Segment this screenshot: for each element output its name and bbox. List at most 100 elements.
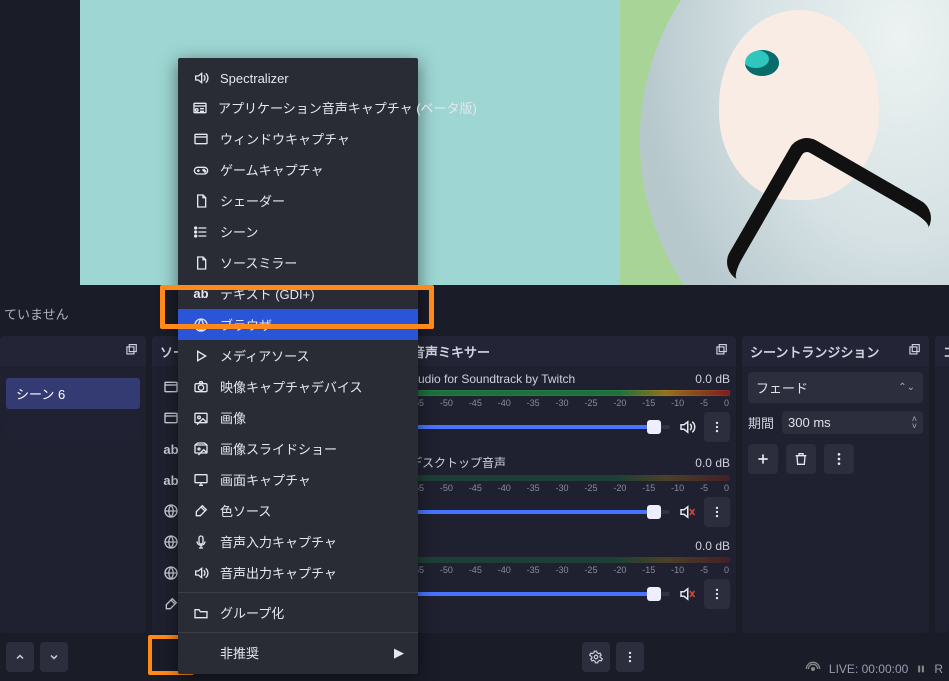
popout-icon[interactable] [124, 344, 138, 358]
ctx-item-gamepad[interactable]: ゲームキャプチャ [178, 154, 418, 185]
transition-duration-value: 300 ms [788, 415, 831, 430]
ctx-item-camera[interactable]: 映像キャプチャデバイス [178, 371, 418, 402]
vu-meter [410, 390, 730, 396]
speaker-muted-icon[interactable] [678, 585, 696, 603]
vu-scale: -55-50-45-40-35-30-25-20-15-10-50 [410, 398, 730, 408]
ctx-item-brush[interactable]: 色ソース [178, 495, 418, 526]
dots-vert-icon [831, 451, 847, 467]
globe-icon [163, 565, 179, 581]
spinner-buttons[interactable]: ˄˅ [912, 416, 917, 430]
scene-item[interactable]: シーン 6 [6, 378, 140, 409]
ctx-item-globe[interactable]: ブラウザ [178, 309, 418, 340]
transition-select-value: フェード [756, 378, 808, 397]
dots-vert-icon [623, 650, 637, 664]
transitions-panel: シーントランジション フェード ⌃⌄ 期間 300 ms ˄˅ [742, 336, 929, 633]
chevron-down-icon [48, 651, 60, 663]
gear-icon [589, 650, 603, 664]
ctx-item-label: 音声入力キャプチャ [220, 532, 337, 551]
window-icon [192, 131, 210, 147]
ctx-item-list[interactable]: シーン [178, 216, 418, 247]
status-bar: LIVE: 00:00:00 R [805, 661, 943, 677]
add-source-context-menu: Spectralizer アプリケーション音声キャプチャ (ベータ版) ウィンド… [178, 58, 418, 674]
ctx-item-label: ウィンドウキャプチャ [220, 129, 350, 148]
mixer-item-more-button[interactable] [704, 579, 730, 609]
ctx-item-label: 映像キャプチャデバイス [220, 377, 362, 396]
mixer-item: デスクトップ音声 0.0 dB -55-50-45-40-35-30-25-20… [410, 454, 730, 527]
plus-icon [755, 451, 771, 467]
mixer-item-more-button[interactable] [704, 412, 730, 442]
audio-mixer-panel: 音声ミキサー Audio for Soundtrack by Twitch 0.… [404, 336, 736, 633]
folder-icon [192, 605, 210, 621]
mixer-db-value: 0.0 dB [695, 539, 730, 553]
ctx-item-label: メディアソース [220, 346, 309, 365]
mixer-db-value: 0.0 dB [695, 456, 730, 470]
ctx-item-file[interactable]: シェーダー [178, 185, 418, 216]
transition-add-button[interactable] [748, 444, 778, 474]
ctx-item-label: 色ソース [220, 501, 271, 520]
window-left-strip [0, 0, 80, 285]
ctx-item-group[interactable]: グループ化 [178, 597, 418, 628]
volume-slider[interactable] [410, 425, 670, 429]
mixer-more-button[interactable] [616, 642, 644, 672]
transition-remove-button[interactable] [786, 444, 816, 474]
controls-title: コ [943, 342, 949, 361]
mixer-db-value: 0.0 dB [695, 372, 730, 386]
ctx-item-play[interactable]: メディアソース [178, 340, 418, 371]
speaker-icon[interactable] [678, 418, 696, 436]
text-ab-icon: ab [163, 473, 178, 488]
broadcast-icon [805, 661, 821, 677]
ctx-item-slides[interactable]: 画像スライドショー [178, 433, 418, 464]
ctx-separator [178, 632, 418, 633]
transition-duration-input[interactable]: 300 ms ˄˅ [782, 411, 923, 434]
ctx-item-label: シェーダー [220, 191, 285, 210]
slides-icon [192, 441, 210, 457]
scenes-up-button[interactable] [6, 642, 34, 672]
gamepad-icon [192, 162, 210, 178]
ctx-item-window[interactable]: ウィンドウキャプチャ [178, 123, 418, 154]
file-icon [192, 193, 210, 209]
scenes-panel: シーン 6 [0, 336, 146, 633]
transition-select[interactable]: フェード ⌃⌄ [748, 372, 923, 403]
ctx-item-label: グループ化 [220, 603, 284, 622]
status-rec-text: R [934, 662, 943, 676]
ctx-item-file[interactable]: ソースミラー [178, 247, 418, 278]
ctx-item-label: アプリケーション音声キャプチャ (ベータ版) [218, 98, 477, 117]
ctx-item-speaker[interactable]: Spectralizer [178, 64, 418, 92]
globe-icon [192, 317, 210, 333]
status-live-text: LIVE: 00:00:00 [829, 662, 908, 676]
mixer-settings-button[interactable] [582, 642, 610, 672]
vu-meter [410, 475, 730, 481]
ctx-item-text-ab[interactable]: ab テキスト (GDI+) [178, 278, 418, 309]
transition-more-button[interactable] [824, 444, 854, 474]
ctx-item-mic[interactable]: 音声入力キャプチャ [178, 526, 418, 557]
file-icon [192, 255, 210, 271]
ctx-item-label: 非推奨 [220, 643, 259, 662]
scenes-down-button[interactable] [40, 642, 68, 672]
dots-vert-icon [710, 587, 724, 601]
ctx-item-label: テキスト (GDI+) [220, 284, 315, 303]
scene-item-label: シーン 6 [16, 387, 65, 402]
chevron-right-icon: ▶ [394, 645, 404, 661]
speaker-icon [192, 70, 210, 86]
ctx-item-label: 画像 [220, 408, 246, 427]
speaker-muted-icon[interactable] [678, 503, 696, 521]
mixer-item-more-button[interactable] [704, 497, 730, 527]
volume-slider[interactable] [410, 510, 670, 514]
ctx-item-monitor[interactable]: 画面キャプチャ [178, 464, 418, 495]
mixer-item: 0.0 dB -55-50-45-40-35-30-25-20-15-10-50 [410, 539, 730, 609]
popout-icon[interactable] [907, 344, 921, 358]
play-icon [192, 348, 210, 364]
ctx-item-label: 音声出力キャプチャ [220, 563, 337, 582]
pause-icon [916, 663, 926, 675]
scene-empty-slot [6, 417, 140, 441]
brush-icon [163, 596, 179, 612]
ctx-item-image[interactable]: 画像 [178, 402, 418, 433]
dots-vert-icon [710, 505, 724, 519]
trash-icon [793, 451, 809, 467]
ctx-item-appwin[interactable]: アプリケーション音声キャプチャ (ベータ版) [178, 92, 418, 123]
volume-slider[interactable] [410, 592, 670, 596]
window-icon [163, 379, 179, 395]
popout-icon[interactable] [714, 344, 728, 358]
ctx-item-deprecated[interactable]: 非推奨 ▶ [178, 637, 418, 668]
ctx-item-speaker[interactable]: 音声出力キャプチャ [178, 557, 418, 588]
